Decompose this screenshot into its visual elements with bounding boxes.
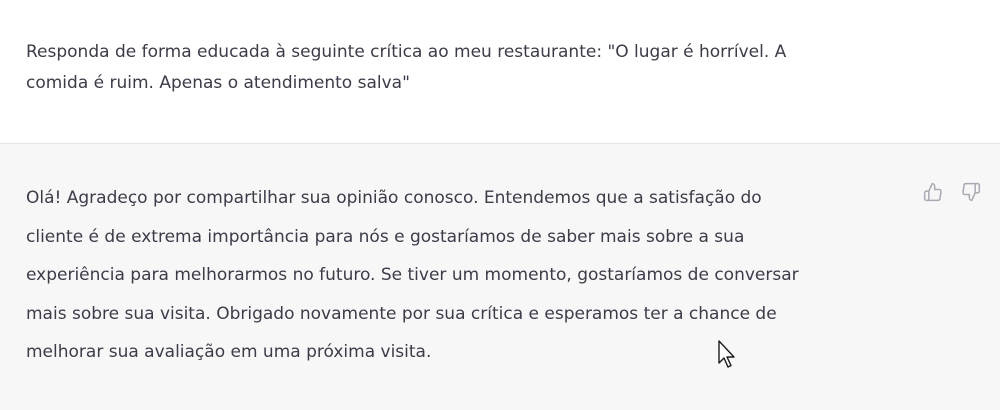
thumbs-down-icon [962, 182, 981, 202]
user-message-line: Responda de forma educada à seguinte crí… [26, 42, 787, 62]
feedback-buttons [922, 181, 982, 203]
user-message-text: Responda de forma educada à seguinte crí… [26, 37, 896, 99]
mouse-pointer-icon [718, 340, 735, 368]
assistant-message-text: Olá! Agradeço por compartilhar sua opini… [26, 179, 906, 372]
thumbs-up-button[interactable] [922, 181, 944, 203]
thumbs-up-icon [923, 182, 942, 202]
assistant-message-line: cliente é de extrema importância para nó… [26, 226, 745, 247]
assistant-message-line: melhorar sua avaliação em uma próxima vi… [26, 342, 432, 362]
assistant-message-line: mais sobre sua visita. Obrigado novament… [26, 303, 777, 324]
assistant-message-line: experiência para melhorarmos no futuro. … [26, 265, 799, 285]
assistant-message-line: Olá! Agradeço por compartilhar sua opini… [26, 188, 762, 208]
user-message-line: comida é ruim. Apenas o atendimento salv… [26, 73, 410, 93]
user-message-row: Responda de forma educada à seguinte crí… [0, 0, 1000, 144]
thumbs-down-button[interactable] [960, 181, 982, 203]
assistant-message-row: Olá! Agradeço por compartilhar sua opini… [0, 144, 1000, 410]
